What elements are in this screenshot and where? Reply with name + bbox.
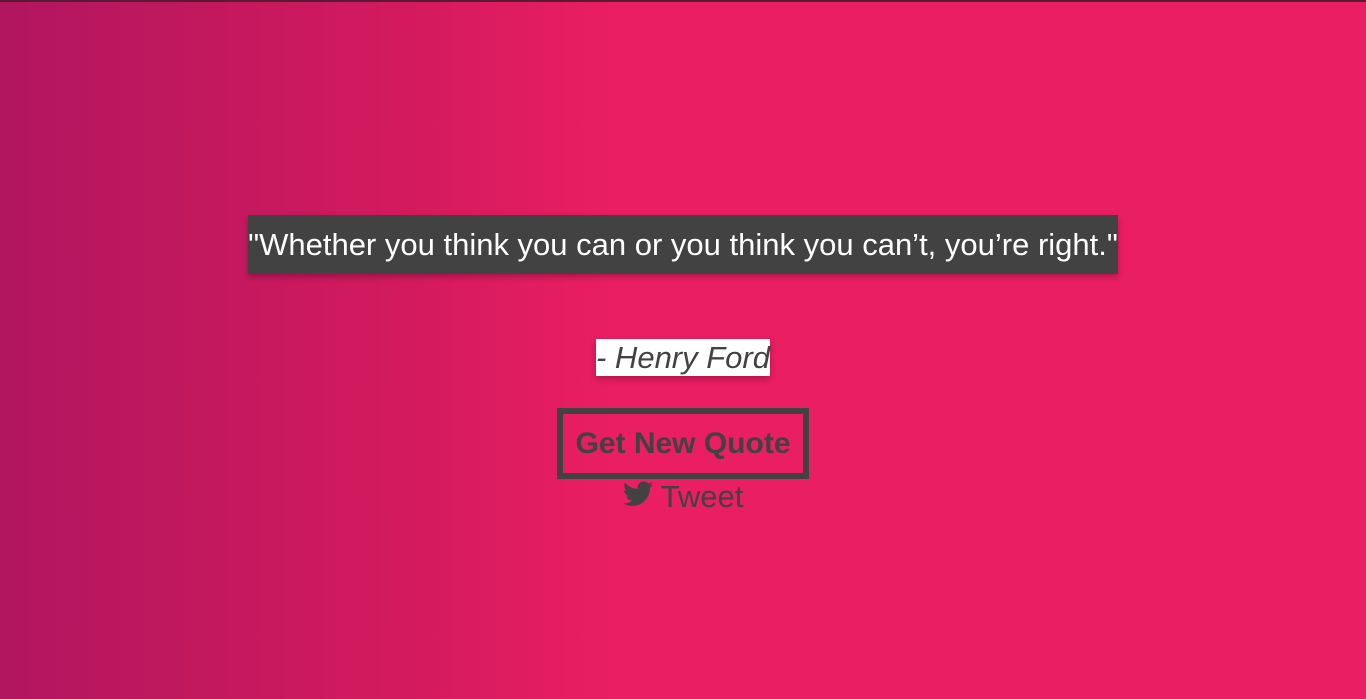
tweet-container: Tweet [0,478,1366,516]
twitter-bird-icon [622,478,653,516]
new-quote-button-container: Get New Quote [0,408,1366,479]
quote-container: "Whether you think you can or you think … [0,215,1366,274]
top-border-line [0,0,1366,2]
tweet-label: Tweet [660,479,744,514]
quote-author: - Henry Ford [596,339,770,376]
quote-text: "Whether you think you can or you think … [248,215,1118,274]
new-quote-button[interactable]: Get New Quote [557,408,809,479]
author-container: - Henry Ford [0,339,1366,376]
tweet-link[interactable]: Tweet [622,478,744,516]
